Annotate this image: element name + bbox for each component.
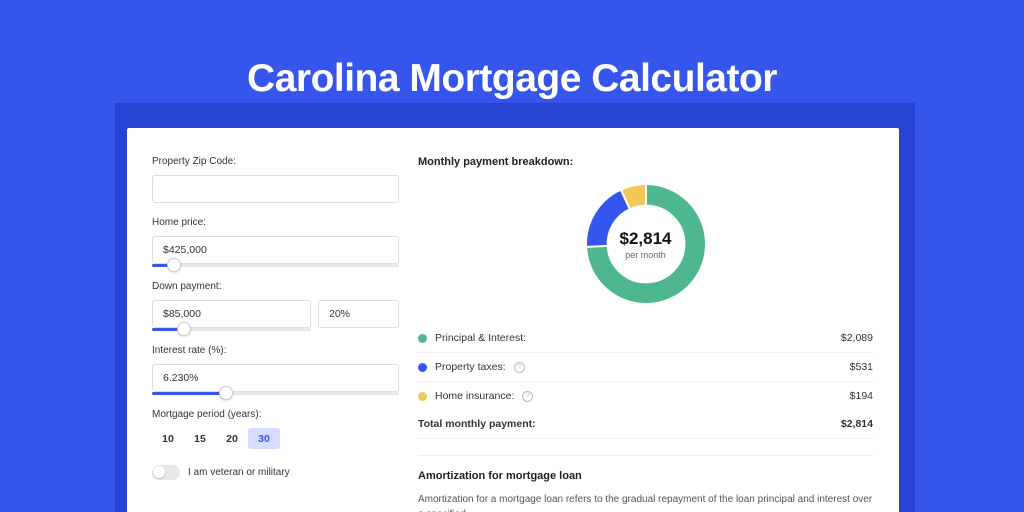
page-title: Carolina Mortgage Calculator [0, 0, 1024, 101]
period-option-30[interactable]: 30 [248, 428, 280, 449]
legend-item: Property taxes:? $531 [418, 353, 873, 382]
legend-list: Principal & Interest: $2,089 Property taxe… [418, 324, 873, 410]
total-label: Total monthly payment: [418, 418, 536, 430]
donut-sub: per month [625, 250, 666, 260]
donut-value: $2,814 [620, 229, 672, 249]
zip-input[interactable] [152, 175, 399, 203]
price-slider[interactable] [152, 264, 399, 267]
zip-field: Property Zip Code: [152, 156, 399, 203]
veteran-label: I am veteran or military [188, 467, 290, 478]
total-value: $2,814 [841, 418, 873, 430]
down-slider-thumb[interactable] [177, 322, 191, 336]
breakdown-panel: Monthly payment breakdown: $2,814 per mo… [418, 156, 873, 512]
period-options: 10152030 [152, 428, 399, 449]
toggle-knob [153, 466, 165, 478]
rate-slider[interactable] [152, 392, 399, 395]
rate-slider-fill [152, 392, 226, 395]
legend-value: $194 [850, 390, 873, 402]
zip-label: Property Zip Code: [152, 156, 399, 167]
down-field: Down payment: [152, 281, 399, 331]
price-input[interactable] [152, 236, 399, 264]
calculator-card: Property Zip Code: Home price: Down paym… [127, 128, 899, 512]
period-option-20[interactable]: 20 [216, 428, 248, 449]
donut-center: $2,814 per month [584, 182, 708, 306]
price-slider-thumb[interactable] [167, 258, 181, 272]
rate-label: Interest rate (%): [152, 345, 399, 356]
price-field: Home price: [152, 217, 399, 267]
donut-chart-wrap: $2,814 per month [418, 182, 873, 306]
donut-chart: $2,814 per month [584, 182, 708, 306]
form-panel: Property Zip Code: Home price: Down paym… [152, 156, 399, 480]
veteran-row: I am veteran or military [152, 465, 399, 480]
rate-field: Interest rate (%): [152, 345, 399, 395]
down-percent-input[interactable] [318, 300, 399, 328]
period-option-10[interactable]: 10 [152, 428, 184, 449]
legend-total: Total monthly payment: $2,814 [418, 410, 873, 439]
rate-slider-thumb[interactable] [219, 386, 233, 400]
rate-input[interactable] [152, 364, 399, 392]
down-label: Down payment: [152, 281, 399, 292]
amortization-title: Amortization for mortgage loan [418, 470, 873, 482]
legend-dot [418, 392, 427, 401]
help-icon[interactable]: ? [514, 362, 525, 373]
period-label: Mortgage period (years): [152, 409, 399, 420]
down-slider[interactable] [152, 328, 311, 331]
help-icon[interactable]: ? [522, 391, 533, 402]
legend-item: Home insurance:? $194 [418, 382, 873, 410]
legend-value: $2,089 [841, 332, 873, 344]
amortization-section: Amortization for mortgage loan Amortizat… [418, 455, 873, 512]
veteran-toggle[interactable] [152, 465, 180, 480]
legend-name: Principal & Interest: [435, 332, 526, 344]
legend-name: Property taxes: [435, 361, 506, 373]
legend-item: Principal & Interest: $2,089 [418, 324, 873, 353]
legend-name: Home insurance: [435, 390, 514, 402]
period-option-15[interactable]: 15 [184, 428, 216, 449]
amortization-text: Amortization for a mortgage loan refers … [418, 492, 873, 512]
legend-dot [418, 363, 427, 372]
breakdown-title: Monthly payment breakdown: [418, 156, 873, 168]
legend-dot [418, 334, 427, 343]
period-field: Mortgage period (years): 10152030 [152, 409, 399, 449]
down-amount-input[interactable] [152, 300, 311, 328]
price-label: Home price: [152, 217, 399, 228]
legend-value: $531 [850, 361, 873, 373]
